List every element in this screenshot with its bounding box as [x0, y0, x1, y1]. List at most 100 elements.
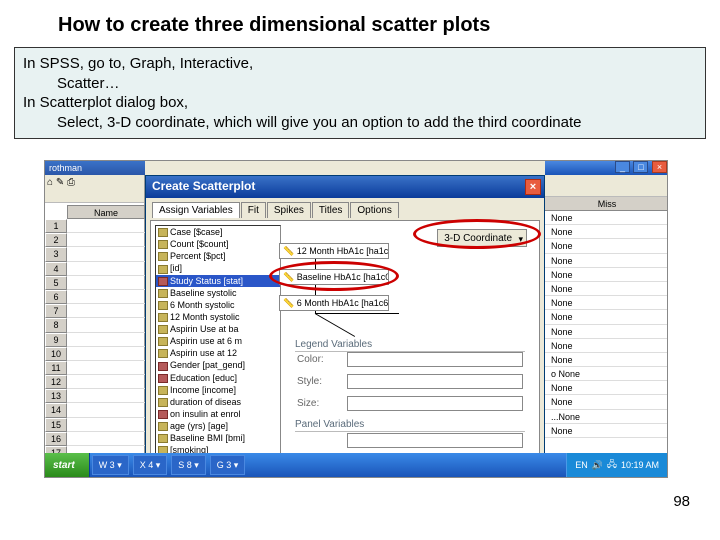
x-axis-dropzone[interactable]: 📏 6 Month HbA1c [ha1c6] [279, 295, 389, 311]
row-number[interactable]: 16 [45, 432, 67, 446]
taskbar-item[interactable]: W 3 ▾ [92, 455, 129, 475]
variable-list[interactable]: Case [$case]Count [$count]Percent [$pct]… [155, 225, 281, 465]
variable-item[interactable]: Gender [pat_gend] [156, 359, 280, 371]
missing-column-cells[interactable]: NoneNoneNoneNoneNoneNoneNoneNoneNoneNone… [545, 211, 668, 438]
tab-titles[interactable]: Titles [312, 202, 350, 218]
spss-col-header[interactable]: Name [67, 205, 145, 219]
cell[interactable]: None [545, 225, 668, 239]
cell[interactable]: None [545, 254, 668, 268]
cell[interactable]: None [545, 268, 668, 282]
row-number[interactable]: 11 [45, 361, 67, 375]
cell[interactable] [67, 304, 145, 318]
variable-item[interactable]: Case [$case] [156, 226, 280, 238]
cell[interactable]: None [545, 296, 668, 310]
z-axis-dropzone[interactable]: 📏 Baseline HbA1c [ha1c0] [279, 269, 389, 285]
taskbar-item[interactable]: X 4 ▾ [133, 455, 168, 475]
cell[interactable] [67, 290, 145, 304]
cell[interactable]: None [545, 395, 668, 409]
cell[interactable] [67, 361, 145, 375]
color-dropzone[interactable] [347, 352, 523, 367]
row-number[interactable]: 8 [45, 318, 67, 332]
cell[interactable] [67, 262, 145, 276]
close-icon[interactable]: × [525, 179, 541, 195]
close-icon[interactable]: × [652, 161, 667, 173]
row-number[interactable]: 1 [45, 219, 67, 233]
coordinate-dropdown[interactable]: 3-D Coordinate [437, 229, 527, 247]
variable-item[interactable]: Percent [$pct] [156, 250, 280, 262]
cell[interactable]: None [545, 239, 668, 253]
variable-item[interactable]: [id] [156, 262, 280, 274]
cell[interactable]: None [545, 211, 668, 225]
size-dropzone[interactable] [347, 396, 523, 411]
panel-variable-dropzone[interactable] [347, 433, 523, 448]
variable-item[interactable]: Education [educ] [156, 372, 280, 384]
taskbar-item[interactable]: S 8 ▾ [171, 455, 206, 475]
tab-options[interactable]: Options [350, 202, 398, 218]
spss-cells[interactable] [67, 219, 145, 460]
cell[interactable] [67, 219, 145, 233]
cell[interactable]: None [545, 339, 668, 353]
variable-item[interactable]: Baseline BMI [bmi] [156, 432, 280, 444]
row-number[interactable]: 15 [45, 418, 67, 432]
missing-column-header[interactable]: Miss [545, 197, 668, 211]
cell[interactable]: None [545, 310, 668, 324]
y-axis-dropzone[interactable]: 📏 12 Month HbA1c [ha1c1] [279, 243, 389, 259]
taskbar-item[interactable]: G 3 ▾ [210, 455, 246, 475]
tray-volume-icon[interactable]: 🔊 [592, 460, 603, 471]
cell[interactable] [67, 276, 145, 290]
variable-item[interactable]: Aspirin use at 6 m [156, 335, 280, 347]
dialog-titlebar[interactable]: Create Scatterplot × [146, 176, 544, 198]
cell[interactable]: None [545, 424, 668, 438]
variable-item[interactable]: Count [$count] [156, 238, 280, 250]
start-button[interactable]: start [45, 453, 90, 477]
tab-assign-variables[interactable]: Assign Variables [152, 202, 240, 218]
variable-item[interactable]: Baseline systolic [156, 287, 280, 299]
cell[interactable] [67, 389, 145, 403]
variable-item[interactable]: 12 Month systolic [156, 311, 280, 323]
row-number[interactable]: 2 [45, 233, 67, 247]
cell[interactable]: None [545, 353, 668, 367]
variable-item[interactable]: Income [income] [156, 384, 280, 396]
variable-item[interactable]: age (yrs) [age] [156, 420, 280, 432]
cell[interactable] [67, 247, 145, 261]
cell[interactable] [67, 403, 145, 417]
cell[interactable]: None [545, 282, 668, 296]
cell[interactable] [67, 347, 145, 361]
cell[interactable]: o None [545, 367, 668, 381]
row-number[interactable]: 5 [45, 276, 67, 290]
maximize-icon[interactable]: □ [633, 161, 648, 173]
row-number[interactable]: 10 [45, 347, 67, 361]
cell[interactable]: None [545, 325, 668, 339]
cell[interactable] [67, 418, 145, 432]
row-number[interactable]: 3 [45, 247, 67, 261]
tray-network-icon[interactable]: 🖧 [607, 457, 617, 473]
main-menubar[interactable] [545, 175, 668, 197]
variable-item[interactable]: duration of diseas [156, 396, 280, 408]
system-tray[interactable]: EN 🔊 🖧 10:19 AM [566, 453, 667, 477]
cell[interactable] [67, 333, 145, 347]
minimize-icon[interactable]: _ [615, 161, 630, 173]
cell[interactable] [67, 375, 145, 389]
row-number[interactable]: 7 [45, 304, 67, 318]
row-number[interactable]: 9 [45, 333, 67, 347]
cell[interactable] [67, 233, 145, 247]
tab-fit[interactable]: Fit [241, 202, 266, 218]
tab-spikes[interactable]: Spikes [267, 202, 311, 218]
row-number[interactable]: 12 [45, 375, 67, 389]
row-number[interactable]: 13 [45, 389, 67, 403]
cell[interactable]: ...None [545, 410, 668, 424]
tray-lang[interactable]: EN [575, 460, 588, 470]
variable-item[interactable]: Aspirin Use at ba [156, 323, 280, 335]
style-dropzone[interactable] [347, 374, 523, 389]
cell[interactable] [67, 432, 145, 446]
cell[interactable] [67, 318, 145, 332]
cell[interactable]: None [545, 381, 668, 395]
row-number[interactable]: 6 [45, 290, 67, 304]
variable-item[interactable]: 6 Month systolic [156, 299, 280, 311]
row-number[interactable]: 4 [45, 262, 67, 276]
variable-item[interactable]: Study Status [stat] [156, 275, 280, 287]
variable-item[interactable]: Aspirin use at 12 [156, 347, 280, 359]
tray-clock[interactable]: 10:19 AM [621, 460, 659, 470]
row-number[interactable]: 14 [45, 403, 67, 417]
variable-item[interactable]: on insulin at enrol [156, 408, 280, 420]
